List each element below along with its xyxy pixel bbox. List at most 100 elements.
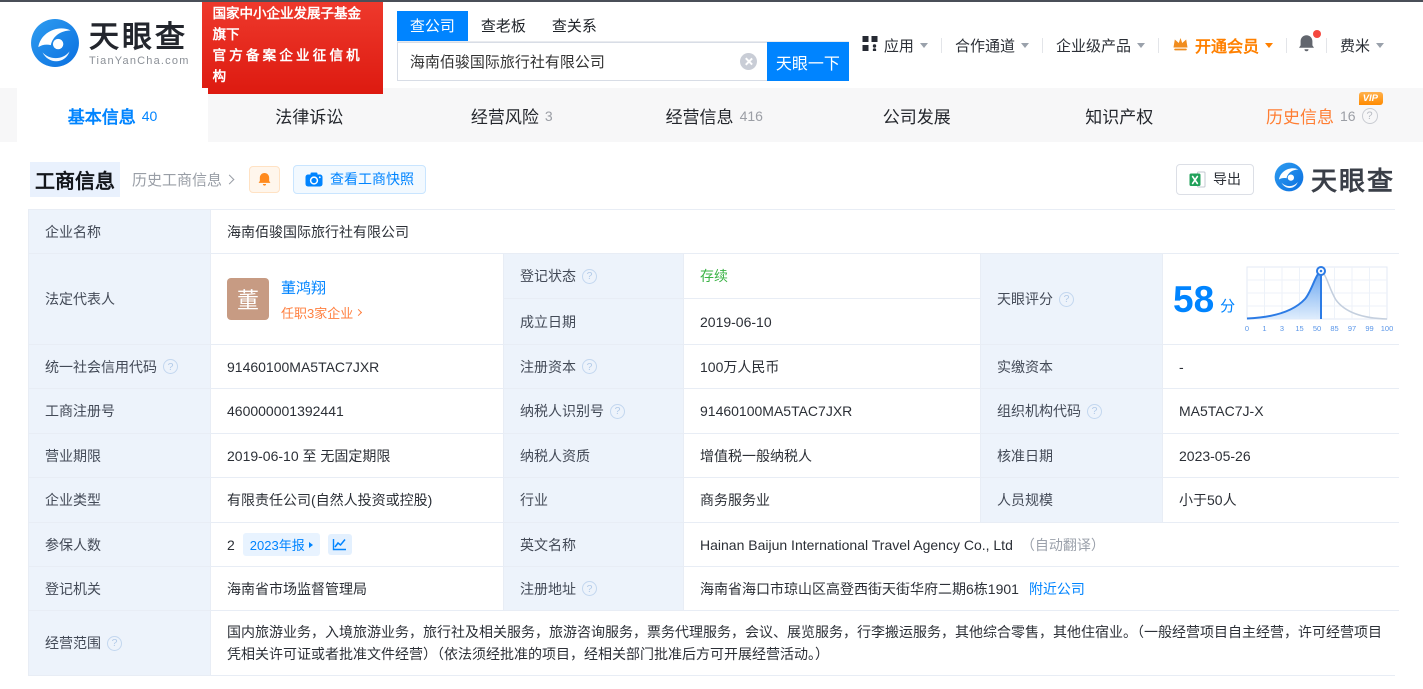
- crown-icon: [1172, 36, 1189, 55]
- svg-text:3: 3: [1280, 324, 1284, 333]
- help-icon[interactable]: [582, 268, 597, 284]
- svg-text:15: 15: [1296, 324, 1304, 333]
- chevron-down-icon: [1264, 43, 1273, 52]
- tab-legal-proceedings[interactable]: 法律诉讼: [208, 88, 411, 142]
- top-bar: 天眼查 TianYanCha.com 国家中小企业发展子基金旗下 官方备案企业征…: [0, 2, 1423, 94]
- monitor-bell-button[interactable]: [249, 165, 281, 193]
- history-registry-link[interactable]: 历史工商信息: [132, 169, 235, 190]
- search-button[interactable]: 天眼一下: [766, 42, 849, 81]
- company-name-value: 海南佰骏国际旅行社有限公司: [211, 210, 1400, 254]
- logo-domain: TianYanCha.com: [89, 55, 190, 67]
- reg-status-label: 登记状态: [504, 254, 684, 299]
- legal-rep-name-link[interactable]: 董鸿翔: [281, 277, 361, 298]
- search-tab-company[interactable]: 查公司: [396, 11, 468, 41]
- help-icon[interactable]: [610, 403, 625, 419]
- nav-partner-label: 合作通道: [954, 37, 1015, 55]
- tab-intellectual-property[interactable]: 知识产权: [1018, 88, 1221, 142]
- insured-trend-chart-button[interactable]: [327, 534, 352, 555]
- tianyancha-swirl-icon: [1274, 162, 1304, 197]
- nav-enterprise[interactable]: 企业级产品: [1043, 35, 1158, 56]
- search-tab-boss[interactable]: 查老板: [468, 11, 539, 41]
- reg-status-value: 存续: [684, 254, 981, 299]
- reg-number-label: 工商注册号: [29, 389, 211, 434]
- svg-text:1: 1: [1263, 324, 1267, 333]
- tab-basic-info[interactable]: 基本信息 40: [17, 88, 208, 142]
- line-chart-icon: [333, 539, 347, 551]
- staff-size-label: 人员规模: [981, 478, 1163, 523]
- triangle-right-icon: [308, 541, 313, 548]
- tianyan-score-label: 天眼评分: [981, 254, 1163, 345]
- export-button-label: 导出: [1212, 171, 1241, 187]
- help-icon[interactable]: [107, 635, 122, 651]
- help-icon[interactable]: [163, 359, 178, 374]
- legal-rep-avatar[interactable]: 董: [227, 278, 269, 320]
- legal-rep-cell: 董 董鸿翔 任职3家企业: [211, 254, 504, 345]
- nav-apps[interactable]: 应用: [849, 35, 941, 56]
- positions-label: 任职3家企业: [281, 305, 354, 321]
- snapshot-button-label: 查看工商快照: [330, 171, 415, 187]
- company-type-label: 企业类型: [29, 478, 211, 523]
- nav-open-membership[interactable]: 开通会员: [1159, 33, 1286, 57]
- help-icon[interactable]: [1059, 291, 1074, 307]
- tab-operating-risk[interactable]: 经营风险 3: [411, 88, 614, 142]
- company-type-value: 有限责任公司(自然人投资或控股): [211, 478, 504, 523]
- tab-business-info[interactable]: 经营信息 416: [613, 88, 816, 142]
- chevron-right-icon: [355, 308, 363, 316]
- annual-report-badge[interactable]: 2023年报: [242, 533, 320, 556]
- credit-code-label: 统一社会信用代码: [29, 345, 211, 389]
- chevron-right-icon: [224, 174, 235, 184]
- watermark-text: 天眼查: [1310, 165, 1395, 196]
- reg-authority-value: 海南省市场监督管理局: [211, 567, 504, 611]
- auto-translate-note: （自动翻译）: [1020, 536, 1105, 553]
- tianyan-score-cell: 58 分 0 1 3 15 50 85 97 99 100: [1163, 254, 1400, 345]
- approval-date-label: 核准日期: [981, 434, 1163, 478]
- search-input[interactable]: [396, 42, 767, 81]
- english-name-value: Hainan Baijun International Travel Agenc…: [684, 523, 1400, 567]
- help-icon[interactable]: [1361, 107, 1378, 124]
- nav-apps-label: 应用: [883, 37, 914, 55]
- search-tabs: 查公司 查老板 查关系: [396, 11, 849, 42]
- svg-text:100: 100: [1381, 324, 1393, 333]
- nearby-companies-link[interactable]: 附近公司: [1029, 579, 1085, 599]
- help-icon[interactable]: [582, 581, 597, 596]
- tab-count: 40: [141, 108, 158, 124]
- site-logo[interactable]: 天眼查 TianYanCha.com: [30, 18, 190, 73]
- tab-label: 法律诉讼: [275, 107, 344, 127]
- tianyancha-company-page: 天眼查 TianYanCha.com 国家中小企业发展子基金旗下 官方备案企业征…: [0, 0, 1423, 689]
- company-name-label: 企业名称: [29, 210, 211, 254]
- business-term-value: 2019-06-10 至 无固定期限: [211, 434, 504, 478]
- gov-badge-line1: 国家中小企业发展子基金旗下: [212, 6, 362, 42]
- business-scope-value: 国内旅游业务，入境旅游业务，旅行社及相关服务，旅游咨询服务，票务代理服务，会议、…: [211, 611, 1400, 675]
- clear-search-icon[interactable]: [739, 53, 757, 70]
- credit-code-value: 91460100MA5TAC7JXR: [211, 345, 504, 389]
- top-navigation: 应用 合作通道 企业级产品 开通会员 费米: [849, 29, 1397, 57]
- search-row: 天眼一下: [396, 42, 849, 81]
- notification-red-dot: [1312, 29, 1321, 38]
- tab-history-info[interactable]: VIP 历史信息 16: [1221, 88, 1423, 142]
- nav-member-label: 开通会员: [1194, 39, 1259, 56]
- annual-report-label: 2023年报: [249, 538, 305, 553]
- company-tab-bar: 基本信息 40 法律诉讼 经营风险 3 经营信息 416 公司发展 知识产权 V…: [0, 88, 1423, 142]
- insured-count-value: 2: [227, 536, 235, 553]
- tianyancha-swirl-icon: [30, 18, 80, 73]
- tab-label: 经营风险: [470, 107, 539, 127]
- gov-badge-line2: 官方备案企业征信机构: [212, 48, 363, 84]
- notifications-bell[interactable]: [1287, 29, 1326, 57]
- tab-label: 基本信息: [67, 107, 136, 127]
- legal-rep-positions-link[interactable]: 任职3家企业: [281, 303, 363, 322]
- org-code-label: 组织机构代码: [981, 389, 1163, 434]
- registry-info-table: 企业名称 海南佰骏国际旅行社有限公司 法定代表人 董 董鸿翔 任职3家企业 登记…: [28, 209, 1400, 676]
- history-link-label: 历史工商信息: [132, 171, 223, 189]
- search-tab-relation[interactable]: 查关系: [539, 11, 610, 41]
- svg-text:50: 50: [1313, 324, 1321, 333]
- help-icon[interactable]: [582, 359, 597, 374]
- nav-partner[interactable]: 合作通道: [942, 35, 1042, 56]
- view-registry-snapshot-button[interactable]: 查看工商快照: [293, 164, 427, 194]
- help-icon[interactable]: [1087, 403, 1102, 419]
- nav-user-menu[interactable]: 费米: [1327, 35, 1397, 56]
- taxpayer-quality-label: 纳税人资质: [504, 434, 684, 478]
- reg-number-value: 460000001392441: [211, 389, 504, 434]
- export-button[interactable]: 导出: [1175, 163, 1254, 195]
- taxpayer-id-value: 91460100MA5TAC7JXR: [684, 389, 981, 434]
- tab-company-development[interactable]: 公司发展: [816, 88, 1019, 142]
